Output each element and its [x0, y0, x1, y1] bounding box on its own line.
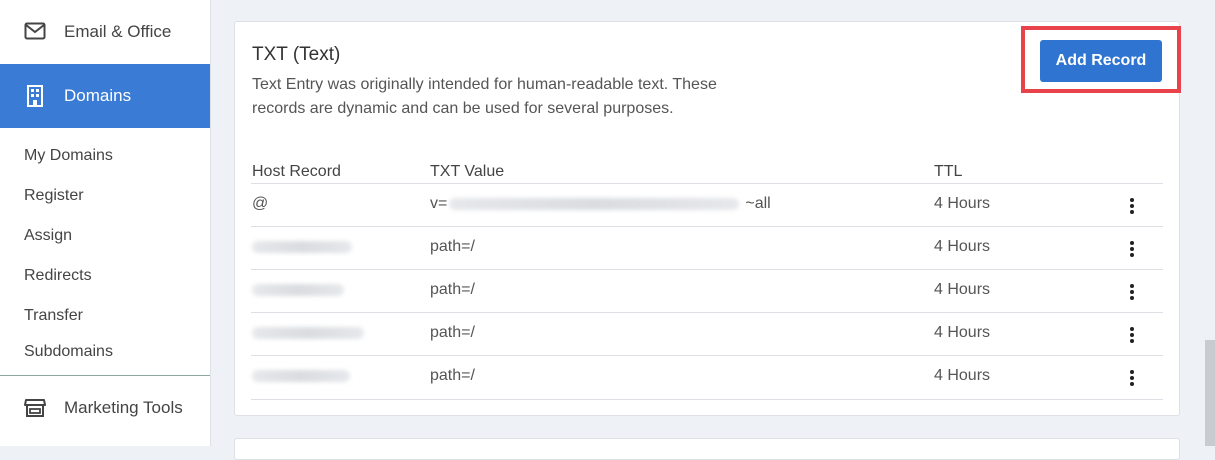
ttl-cell: 4 Hours	[934, 367, 991, 384]
highlight-box	[1021, 26, 1181, 93]
sidebar-subitem-transfer[interactable]: Transfer	[24, 307, 83, 325]
column-header-host-record: Host Record	[252, 163, 341, 180]
redacted-value	[449, 197, 740, 210]
column-header-txt-value: TXT Value	[430, 163, 505, 180]
sidebar-item-domains[interactable]: Domains	[0, 64, 210, 128]
next-card	[234, 438, 1180, 460]
txt-value-cell: v= ~all	[430, 195, 771, 213]
txt-value-prefix: v=	[430, 195, 448, 212]
host-record-cell	[252, 367, 350, 385]
ttl-cell: 4 Hours	[934, 281, 991, 298]
redacted-host	[252, 369, 350, 382]
card-title: TXT (Text)	[252, 44, 341, 65]
txt-value-cell: path=/	[430, 281, 475, 298]
row-actions-menu-icon[interactable]	[1125, 239, 1139, 259]
redacted-host	[252, 240, 352, 253]
sidebar-subitem-redirects[interactable]: Redirects	[24, 267, 92, 285]
sidebar-divider	[0, 375, 210, 376]
envelope-icon	[24, 22, 46, 40]
row-actions-menu-icon[interactable]	[1125, 368, 1139, 388]
sidebar-item-label: Email & Office	[64, 22, 172, 41]
host-record-cell: @	[252, 195, 269, 212]
scrollbar-thumb[interactable]	[1205, 340, 1215, 446]
sidebar-subitem-my-domains[interactable]: My Domains	[24, 147, 113, 165]
host-record-cell	[252, 324, 364, 342]
table-row: path=/ 4 Hours	[251, 269, 1163, 313]
storefront-icon	[24, 398, 46, 418]
txt-value-suffix: ~all	[745, 195, 771, 212]
sidebar-subitem-register[interactable]: Register	[24, 187, 84, 205]
redacted-host	[252, 283, 344, 296]
txt-value-cell: path=/	[430, 324, 475, 341]
table-row: @ v= ~all 4 Hours	[251, 183, 1163, 227]
column-header-ttl: TTL	[934, 163, 963, 180]
sidebar: Email & Office Domains My Domains Regist…	[0, 0, 211, 446]
table-row: path=/ 4 Hours	[251, 312, 1163, 356]
row-actions-menu-icon[interactable]	[1125, 282, 1139, 302]
table-row: path=/ 4 Hours	[251, 226, 1163, 270]
sidebar-item-label: Marketing Tools	[64, 398, 183, 417]
txt-value-cell: path=/	[430, 367, 475, 384]
txt-value-cell: path=/	[430, 238, 475, 255]
host-record-cell	[252, 238, 352, 256]
sidebar-subitem-subdomains[interactable]: Subdomains	[24, 343, 113, 361]
row-actions-menu-icon[interactable]	[1125, 325, 1139, 345]
ttl-cell: 4 Hours	[934, 195, 991, 212]
host-record-cell	[252, 281, 344, 299]
sidebar-item-marketing-tools[interactable]: Marketing Tools	[0, 386, 210, 430]
row-actions-menu-icon[interactable]	[1125, 196, 1139, 216]
sidebar-subitem-assign[interactable]: Assign	[24, 227, 72, 245]
table-row: path=/ 4 Hours	[251, 355, 1163, 400]
ttl-cell: 4 Hours	[934, 324, 991, 341]
redacted-host	[252, 326, 364, 339]
sidebar-item-label: Domains	[64, 86, 132, 105]
sidebar-item-email-office[interactable]: Email & Office	[0, 0, 210, 64]
building-icon	[26, 85, 44, 107]
ttl-cell: 4 Hours	[934, 238, 991, 255]
card-description: Text Entry was originally intended for h…	[252, 76, 717, 117]
